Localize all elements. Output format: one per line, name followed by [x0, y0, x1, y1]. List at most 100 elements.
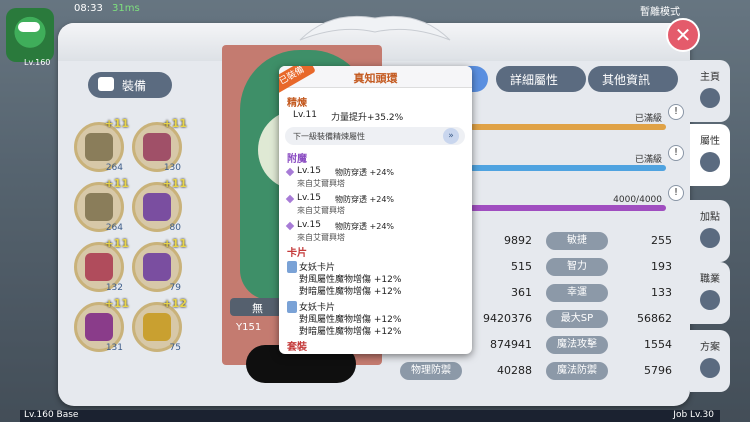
stat-value: 40288 — [497, 364, 532, 377]
bar-fill — [470, 205, 666, 211]
equipment-slot[interactable]: +11 264 — [74, 117, 129, 173]
bar-value: 已滿級 — [634, 155, 662, 165]
stat-value: 515 — [511, 260, 532, 273]
card-effect: 對暗屬性魔物增傷 +12% — [299, 327, 402, 337]
side-nav-label: 屬性 — [700, 136, 720, 147]
stat-value: 1554 — [644, 338, 672, 351]
info-icon[interactable]: ! — [668, 104, 684, 120]
equipment-item-icon — [85, 313, 113, 341]
player-avatar[interactable] — [6, 8, 54, 62]
ping-text: 31ms — [112, 3, 140, 14]
side-nav-label: 加點 — [700, 212, 720, 223]
info-icon[interactable]: ! — [668, 185, 684, 201]
refine-effect: 力量提升+35.2% — [331, 113, 404, 123]
tab-other-info[interactable]: 其他資訊 — [588, 66, 678, 92]
tab-other-label: 其他資訊 — [602, 73, 651, 87]
item-score: 132 — [105, 283, 123, 293]
side-nav-icon — [700, 228, 720, 248]
side-nav-3[interactable]: 職業 — [690, 262, 730, 324]
equipment-slot[interactable]: +11 132 — [74, 237, 129, 293]
close-button[interactable]: ✕ — [666, 18, 700, 52]
item-score: 264 — [105, 223, 123, 233]
equipment-slot[interactable]: +11 131 — [74, 297, 129, 353]
side-nav-1[interactable]: 屬性 — [690, 124, 730, 186]
item-score: 264 — [105, 163, 123, 173]
item-score: 79 — [169, 283, 181, 293]
equipment-item-icon — [85, 253, 113, 281]
equipment-slot[interactable]: +12 75 — [132, 297, 187, 353]
stat-row: 物理防禦 40288 魔法防禦 5796 — [400, 362, 680, 382]
stat-label: 幸運 — [546, 284, 608, 302]
tab-detailed-attributes[interactable]: 詳細屬性 — [496, 66, 586, 92]
card-effect: 對暗屬性魔物增傷 +12% — [299, 287, 402, 297]
card-section-title: 卡片 — [287, 248, 307, 259]
avatar-eyes-decoration — [18, 22, 40, 32]
equip-tab[interactable]: 裝備 — [88, 72, 172, 98]
side-nav-4[interactable]: 方案 — [690, 330, 730, 392]
stat-value: 5796 — [644, 364, 672, 377]
progress-bar-1: 已滿級 ! — [470, 102, 684, 136]
stat-label: 魔法防禦 — [546, 362, 608, 380]
character-id: Y151 — [236, 322, 262, 333]
equipment-slot[interactable]: +11 264 — [74, 177, 129, 233]
equipment-slot[interactable]: +11 130 — [132, 117, 187, 173]
stat-label: 魔法攻擊 — [546, 336, 608, 354]
close-icon: ✕ — [674, 23, 692, 47]
double-chevron-icon: » — [443, 128, 459, 144]
refine-level-badge: +11 — [104, 117, 129, 130]
item-score: 80 — [169, 223, 181, 233]
side-nav-icon — [700, 152, 720, 172]
equipment-item-icon — [85, 133, 113, 161]
job-exp-bar: Job Lv.30 — [380, 410, 720, 422]
bar-value: 4000/4000 — [613, 195, 662, 205]
item-score: 131 — [105, 343, 123, 353]
side-nav-label: 方案 — [700, 342, 720, 353]
refine-level-badge: +11 — [162, 177, 187, 190]
refine-level: Lv.11 — [293, 110, 317, 120]
refine-section-title: 精煉 — [287, 98, 307, 109]
refine-level-badge: +11 — [162, 237, 187, 250]
enchant-gem-icon — [285, 221, 295, 231]
equipment-item-icon — [143, 133, 171, 161]
side-nav-label: 職業 — [700, 274, 720, 285]
info-icon[interactable]: ! — [668, 145, 684, 161]
enchant-source: 來自艾爾興塔 — [297, 206, 345, 215]
enchant-effect: 物防穿透 +24% — [335, 222, 395, 231]
clock-text: 08:33 — [74, 3, 103, 14]
stat-value: 361 — [511, 286, 532, 299]
enchant-level: Lv.15 — [297, 193, 321, 203]
job-level-label: Job Lv.30 — [673, 410, 714, 420]
card-icon — [287, 261, 297, 273]
bar-value: 已滿級 — [634, 114, 662, 124]
character-name: 無 — [252, 302, 263, 315]
stat-value: 9420376 — [483, 312, 532, 325]
equipment-item-icon — [85, 193, 113, 221]
side-nav-icon — [700, 88, 720, 108]
side-nav-icon — [700, 290, 720, 310]
base-exp-bar: Lv.160 Base — [20, 410, 380, 422]
next-refine-button[interactable]: 下一級裝備精煉屬性 » — [285, 127, 465, 145]
side-nav-icon — [700, 358, 720, 378]
stat-label: 智力 — [546, 258, 608, 276]
bar-fill — [470, 124, 666, 130]
equipment-item-icon — [143, 313, 171, 341]
next-refine-label: 下一級裝備精煉屬性 — [293, 132, 365, 141]
enchant-level: Lv.15 — [297, 220, 321, 230]
stat-value: 193 — [651, 260, 672, 273]
item-score: 75 — [169, 343, 181, 353]
stat-value: 874941 — [490, 338, 532, 351]
enchant-source: 來自艾爾興塔 — [297, 179, 345, 188]
enchant-effect: 物防穿透 +24% — [335, 195, 395, 204]
refine-level-badge: +11 — [104, 297, 129, 310]
equipment-slot[interactable]: +11 80 — [132, 177, 187, 233]
enchant-gem-icon — [285, 194, 295, 204]
side-nav-0[interactable]: 主頁 — [690, 60, 730, 122]
stat-value: 9892 — [504, 234, 532, 247]
refine-level-badge: +11 — [104, 177, 129, 190]
bar-fill — [470, 165, 666, 171]
side-nav-2[interactable]: 加點 — [690, 200, 730, 262]
refine-level-badge: +11 — [104, 237, 129, 250]
equipment-slot[interactable]: +11 79 — [132, 237, 187, 293]
enchant-source: 來自艾爾興塔 — [297, 233, 345, 242]
base-level-label: Lv.160 Base — [24, 410, 79, 420]
